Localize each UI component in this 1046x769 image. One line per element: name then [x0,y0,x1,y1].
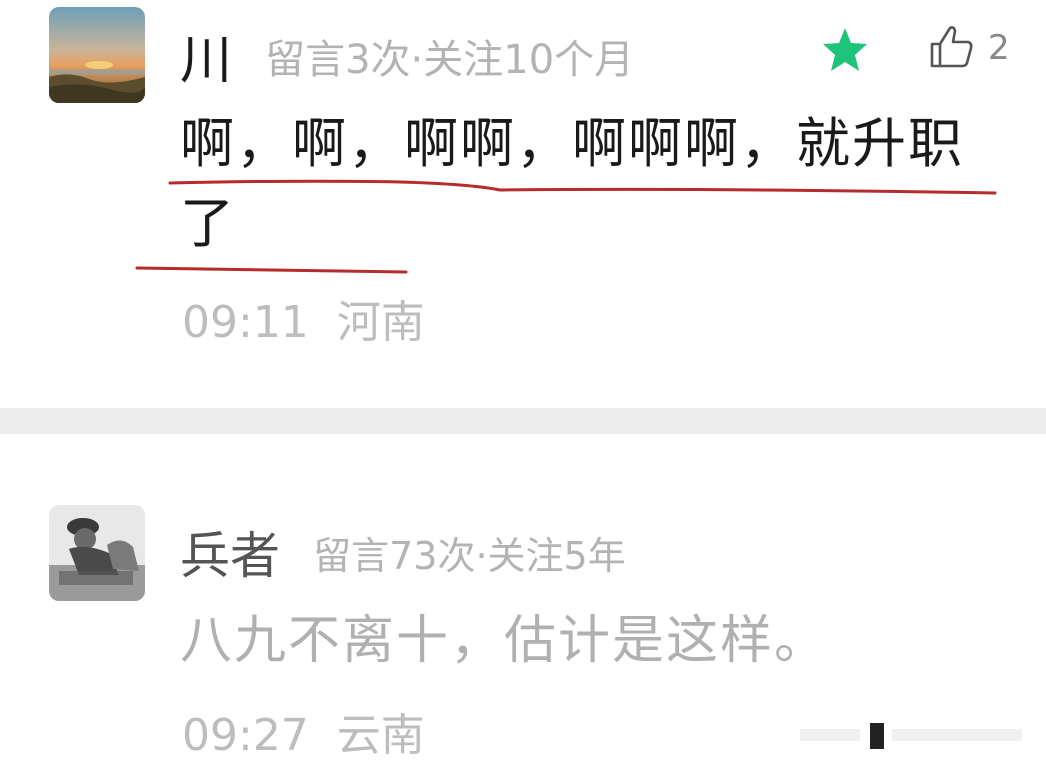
comment-location: 云南 [336,710,425,761]
username[interactable]: 兵者 [180,516,280,588]
comment-header: 兵者 留言73次·关注5年 [180,516,626,585]
section-divider [0,408,1046,434]
comment-content: 啊，啊，啊啊，啊啊啊，就升职了 [180,112,964,255]
comment-item: 川 留言3次·关注10个月 2 啊，啊，啊啊，啊啊啊，就升职了 09:11 河南 [0,0,1046,408]
comment-content: 八九不离十，估计是这样。 [180,611,829,671]
comment-time: 09:27 [182,710,309,761]
star-icon[interactable] [820,26,870,74]
watermark-logo [800,723,1022,749]
thumbs-up-icon [930,26,973,68]
like-count: 2 [988,28,1010,68]
like-button[interactable]: 2 [926,20,1026,76]
comment-location: 河南 [336,297,425,348]
comment-header: 川 留言3次·关注10个月 [180,18,635,91]
user-meta: 留言73次·关注5年 [313,533,626,578]
comment-footer: 09:27 云南 [182,699,425,763]
sunset-avatar-image [49,7,145,103]
username[interactable]: 川 [180,18,232,93]
user-meta: 留言3次·关注10个月 [265,36,635,83]
avatar[interactable] [49,505,145,601]
comment-footer: 09:11 河南 [182,286,425,350]
soldier-photo-avatar-image [49,505,145,601]
comment-time: 09:11 [182,297,309,348]
avatar[interactable] [49,7,145,103]
